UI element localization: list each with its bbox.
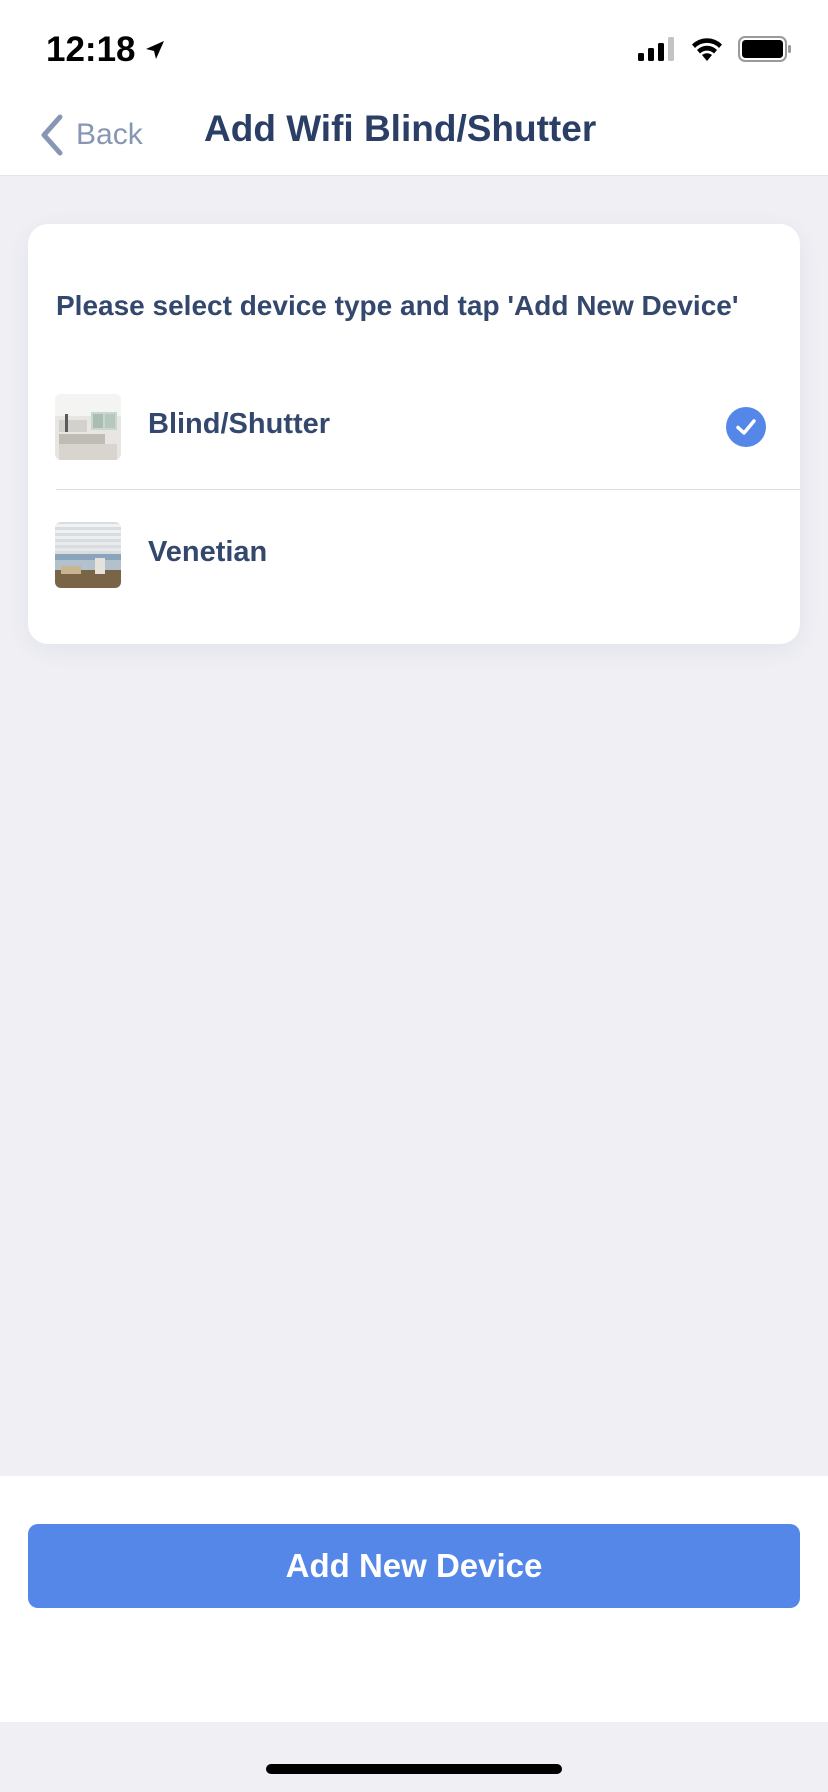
back-button-label: Back <box>76 118 143 151</box>
instruction-text: Please select device type and tap 'Add N… <box>56 290 739 321</box>
device-label-venetian: Venetian <box>148 536 268 568</box>
device-type-card: Please select device type and tap 'Add N… <box>28 224 800 644</box>
navigation-bar: Back Add Wifi Blind/Shutter <box>0 96 828 176</box>
location-arrow-icon <box>145 41 164 59</box>
venetian-blind-thumbnail <box>55 522 121 588</box>
device-option-venetian[interactable]: Venetian <box>28 492 800 620</box>
wifi-icon <box>692 38 722 61</box>
status-time-text: 12:18 <box>46 30 136 69</box>
page-title: Add Wifi Blind/Shutter <box>204 108 597 149</box>
status-indicators <box>638 36 792 62</box>
device-option-blind-shutter[interactable]: Blind/Shutter <box>28 364 800 492</box>
device-label-blind-shutter: Blind/Shutter <box>148 408 331 440</box>
status-bar: 12:18 <box>0 0 828 96</box>
bottom-action-panel: Add New Device <box>0 1476 828 1722</box>
room-interior-thumbnail <box>55 394 121 460</box>
status-time: 12:18 <box>46 30 166 70</box>
checkmark-icon <box>726 407 766 447</box>
row-divider <box>56 489 800 490</box>
add-new-device-button[interactable]: Add New Device <box>28 1524 800 1608</box>
battery-icon <box>738 36 791 62</box>
chevron-left-icon <box>41 114 63 156</box>
cellular-signal-icon <box>638 37 674 61</box>
back-button[interactable]: Back <box>38 110 143 160</box>
home-indicator[interactable] <box>266 1764 562 1774</box>
